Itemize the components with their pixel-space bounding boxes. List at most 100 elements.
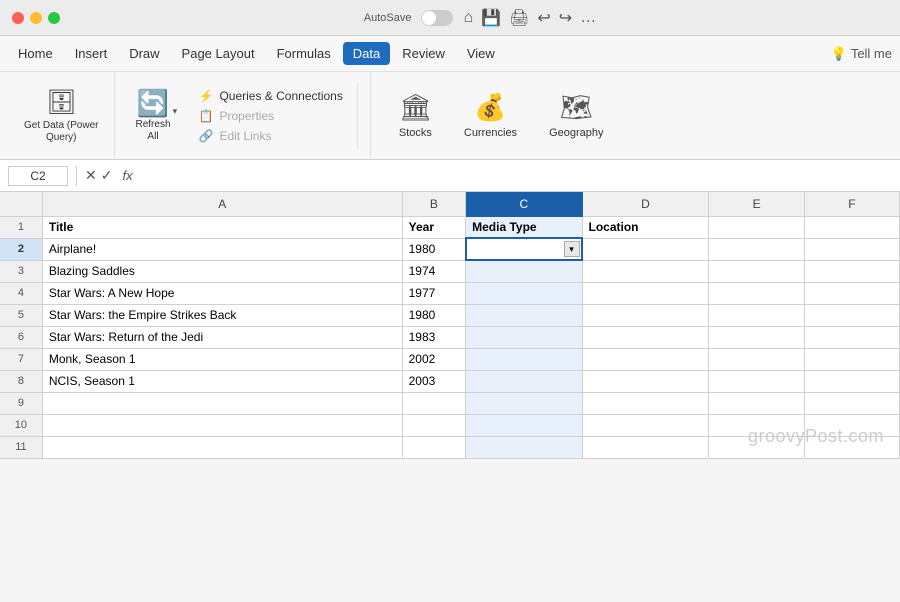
menu-data[interactable]: Data [343,42,390,65]
undo-icon[interactable]: ↩ [537,8,550,28]
cell-d6[interactable] [582,326,709,348]
cell-b8[interactable]: 2003 [402,370,465,392]
cell-c1[interactable]: Media Type [466,216,582,238]
cell-a2[interactable]: Airplane! [42,238,402,260]
cell-d11[interactable] [582,436,709,458]
maximize-button[interactable] [48,12,60,24]
cell-b2[interactable]: 1980 [402,238,465,260]
cell-c6[interactable] [466,326,582,348]
refresh-all-button[interactable]: 🔄 ▾ RefreshAll [127,84,178,147]
cell-c4[interactable] [466,282,582,304]
cell-b9[interactable] [402,392,465,414]
cell-c7[interactable] [466,348,582,370]
cell-d8[interactable] [582,370,709,392]
cell-e9[interactable] [709,392,804,414]
redo-icon[interactable]: ↪ [559,8,572,28]
cell-f5[interactable] [804,304,899,326]
cell-f4[interactable] [804,282,899,304]
cell-a7[interactable]: Monk, Season 1 [42,348,402,370]
minimize-button[interactable] [30,12,42,24]
geography-button[interactable]: 🗺 Geography [541,88,611,143]
cell-f6[interactable] [804,326,899,348]
save-icon[interactable]: 💾 [481,8,501,28]
cell-b10[interactable] [402,414,465,436]
cell-b1[interactable]: Year [402,216,465,238]
more-icon[interactable]: … [580,9,596,27]
cell-reference-box[interactable] [8,166,68,186]
menu-view[interactable]: View [457,42,505,65]
cell-c5[interactable] [466,304,582,326]
cell-f11[interactable] [804,436,899,458]
close-button[interactable] [12,12,24,24]
cancel-formula-icon[interactable]: ✕ [85,167,97,184]
autosave-toggle[interactable] [421,10,453,26]
cell-e3[interactable] [709,260,804,282]
get-data-button[interactable]: 🗄 Get Data (PowerQuery) [20,84,102,148]
cell-b6[interactable]: 1983 [402,326,465,348]
cell-d5[interactable] [582,304,709,326]
menu-page-layout[interactable]: Page Layout [172,42,265,65]
queries-connections-button[interactable]: ⚡ Queries & Connections [195,87,347,105]
cell-e11[interactable] [709,436,804,458]
col-header-d[interactable]: D [582,192,709,216]
cell-b4[interactable]: 1977 [402,282,465,304]
cell-f3[interactable] [804,260,899,282]
cell-e1[interactable] [709,216,804,238]
cell-c9[interactable] [466,392,582,414]
cell-b5[interactable]: 1980 [402,304,465,326]
cell-d1[interactable]: Location [582,216,709,238]
menu-review[interactable]: Review [392,42,455,65]
cell-e2[interactable] [709,238,804,260]
menu-insert[interactable]: Insert [65,42,118,65]
cell-a10[interactable] [42,414,402,436]
cell-f8[interactable] [804,370,899,392]
cell-a3[interactable]: Blazing Saddles [42,260,402,282]
cell-d3[interactable] [582,260,709,282]
cell-d7[interactable] [582,348,709,370]
cell-b7[interactable]: 2002 [402,348,465,370]
cell-c11[interactable] [466,436,582,458]
cell-d10[interactable] [582,414,709,436]
col-header-a[interactable]: A [42,192,402,216]
currencies-button[interactable]: 💰 Currencies [456,88,525,143]
col-header-f[interactable]: F [804,192,899,216]
cell-f1[interactable] [804,216,899,238]
cell-e5[interactable] [709,304,804,326]
cell-a5[interactable]: Star Wars: the Empire Strikes Back [42,304,402,326]
cell-e7[interactable] [709,348,804,370]
cell-a1[interactable]: Title [42,216,402,238]
cell-d9[interactable] [582,392,709,414]
edit-links-button[interactable]: 🔗 Edit Links [195,127,347,145]
cell-f10[interactable] [804,414,899,436]
cell-f9[interactable] [804,392,899,414]
cell-d2[interactable] [582,238,709,260]
confirm-formula-icon[interactable]: ✓ [101,167,113,184]
cell-d4[interactable] [582,282,709,304]
properties-button[interactable]: 📋 Properties [195,107,347,125]
cell-a6[interactable]: Star Wars: Return of the Jedi [42,326,402,348]
cell-b11[interactable] [402,436,465,458]
cell-c10[interactable] [466,414,582,436]
cell-c3[interactable] [466,260,582,282]
cell-e8[interactable] [709,370,804,392]
cell-a11[interactable] [42,436,402,458]
cell-e10[interactable] [709,414,804,436]
menu-formulas[interactable]: Formulas [267,42,341,65]
formula-input[interactable] [143,169,892,183]
menu-home[interactable]: Home [8,42,63,65]
cell-c8[interactable] [466,370,582,392]
cell-f2[interactable] [804,238,899,260]
menu-draw[interactable]: Draw [119,42,169,65]
dropdown-arrow-c2[interactable]: ▾ [564,241,580,257]
cell-e4[interactable] [709,282,804,304]
stocks-button[interactable]: 🏛 Stocks [391,88,440,143]
print-icon[interactable]: 🖨 [509,8,529,28]
col-header-e[interactable]: E [709,192,804,216]
col-header-b[interactable]: B [402,192,465,216]
cell-e6[interactable] [709,326,804,348]
cell-a9[interactable] [42,392,402,414]
cell-c2[interactable]: ▾ [466,238,582,260]
tell-me[interactable]: 💡 Tell me [831,46,892,62]
col-header-c[interactable]: C [466,192,582,216]
cell-f7[interactable] [804,348,899,370]
